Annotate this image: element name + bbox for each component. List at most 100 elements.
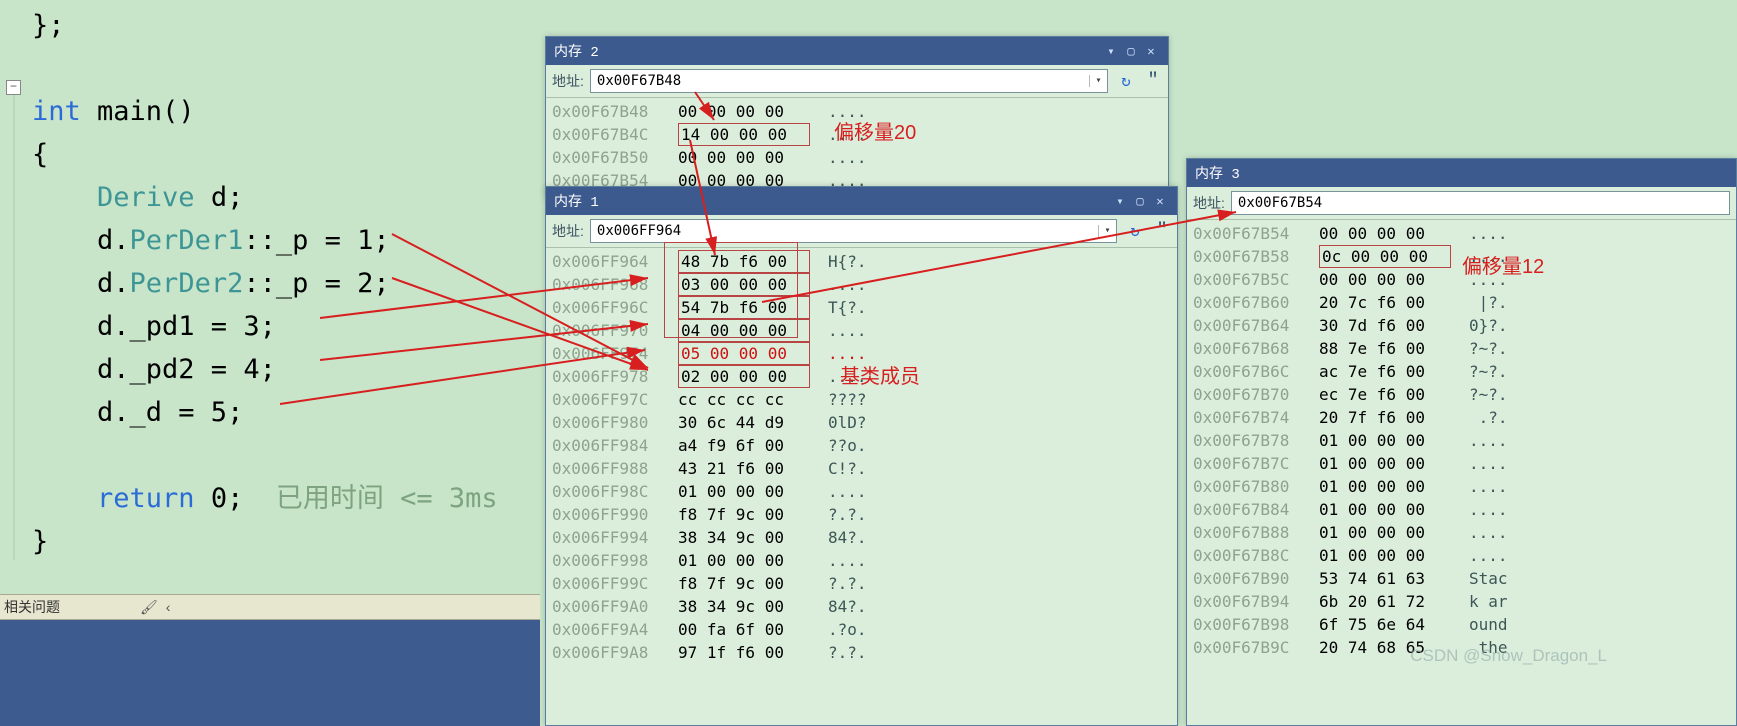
memory-address: 0x006FF99C — [552, 572, 660, 595]
memory-row: 0x006FF97Ccc cc cc cc???? — [552, 388, 1171, 411]
memory-row: 0x00F67B6020 7c f6 00 |?. — [1193, 291, 1730, 314]
brush-icon[interactable]: 🖌 — [140, 599, 158, 616]
memory-ascii: ?.?. — [828, 641, 867, 664]
code-blank — [0, 434, 540, 477]
quote-icon: " — [1144, 71, 1162, 91]
address-combo[interactable] — [1231, 191, 1730, 215]
memory-ascii: .... — [1469, 475, 1508, 498]
memory-address: 0x006FF980 — [552, 411, 660, 434]
memory-row: 0x006FF988 43 21 f6 00 C!?. — [552, 457, 1171, 480]
memory-address: 0x00F67B8C — [1193, 544, 1301, 567]
dropdown-icon[interactable]: ▾ — [1102, 42, 1120, 60]
memory-address: 0x006FF9A8 — [552, 641, 660, 664]
issues-bar[interactable]: 相关问题 🖌 ‹ — [0, 594, 540, 620]
dropdown-icon[interactable]: ▾ — [1089, 75, 1107, 87]
memory-address: 0x00F67B68 — [1193, 337, 1301, 360]
memory-address: 0x006FF988 — [552, 457, 660, 480]
memory-row: 0x00F67B6Cac 7e f6 00?~?. — [1193, 360, 1730, 383]
dropdown-icon[interactable]: ▾ — [1098, 225, 1116, 237]
memory-hex: 00 00 00 00 — [678, 100, 810, 123]
memory-ascii: .... — [828, 480, 867, 503]
memory-address: 0x00F67B50 — [552, 146, 660, 169]
memory-row: 0x00F67B6430 7d f6 000}?. — [1193, 314, 1730, 337]
memory-row: 0x006FF9A8 97 1f f6 00?.?. — [552, 641, 1171, 664]
dropdown-icon[interactable]: ▾ — [1111, 192, 1129, 210]
address-input-mem1[interactable] — [591, 223, 1098, 239]
code-line-pd2: d._pd2 = 4; — [32, 354, 276, 385]
code-line-pd1: d._pd1 = 3; — [32, 311, 276, 342]
chevron-left-icon[interactable]: ‹ — [166, 599, 171, 615]
address-input-mem3[interactable] — [1232, 195, 1729, 211]
memory-ascii: 84?. — [828, 526, 867, 549]
memory-ascii: .... — [828, 342, 867, 365]
memory-3-titlebar[interactable]: 内存 3 — [1187, 159, 1736, 187]
memory-address: 0x006FF9A4 — [552, 618, 660, 641]
keyword-int: int — [32, 96, 81, 127]
code-blank — [0, 47, 540, 90]
memory-ascii: Stac — [1469, 567, 1508, 590]
memory-address: 0x006FF974 — [552, 342, 660, 365]
memory-address: 0x00F67B64 — [1193, 314, 1301, 337]
refresh-icon[interactable]: ↻ — [1114, 69, 1138, 93]
memory-ascii: .... — [828, 549, 867, 572]
close-icon[interactable]: ✕ — [1151, 192, 1169, 210]
memory-ascii: C!?. — [828, 457, 867, 480]
parens: () — [162, 96, 195, 127]
code-line-d: d._d = 5; — [32, 397, 243, 428]
memory-address: 0x00F67B88 — [1193, 521, 1301, 544]
memory-ascii: |?. — [1469, 291, 1508, 314]
close-icon[interactable]: ✕ — [1142, 42, 1160, 60]
memory-ascii: .... — [828, 100, 867, 123]
address-combo[interactable]: ▾ — [590, 69, 1108, 93]
memory-ascii: ???? — [828, 388, 867, 411]
memory-address: 0x00F67B84 — [1193, 498, 1301, 521]
address-combo[interactable]: ▾ — [590, 219, 1117, 243]
memory-ascii: ?~?. — [1469, 337, 1508, 360]
fold-toggle[interactable]: − — [6, 80, 21, 95]
memory-ascii: .?o. — [828, 618, 867, 641]
memory-ascii: .... — [1469, 268, 1508, 291]
memory-ascii: .... — [1469, 245, 1508, 268]
memory-row: 0x006FF9A038 34 9c 0084?. — [552, 595, 1171, 618]
memory-hex: f8 7f 9c 00 — [678, 503, 810, 526]
memory-row: 0x00F67B4800 00 00 00.... — [552, 100, 1162, 123]
memory-hex: 43 21 f6 00 — [678, 457, 810, 480]
memory-hex: 00 00 00 00 — [1319, 222, 1451, 245]
memory-hex: 03 00 00 00 — [678, 273, 810, 296]
memory-address: 0x006FF978 — [552, 365, 660, 388]
address-input-mem2[interactable] — [591, 73, 1089, 89]
maximize-icon[interactable]: ▢ — [1122, 42, 1140, 60]
memory-2-titlebar[interactable]: 内存 2 ▾ ▢ ✕ — [546, 37, 1168, 65]
memory-row: 0x00F67B7801 00 00 00.... — [1193, 429, 1730, 452]
memory-row: 0x00F67B8C01 00 00 00.... — [1193, 544, 1730, 567]
memory-panel-1: 内存 1 ▾ ▢ ✕ 地址: ▾ ↻ " 0x006FF96448 7b f6 … — [545, 186, 1178, 726]
memory-hex: 01 00 00 00 — [1319, 475, 1451, 498]
memory-address: 0x006FF984 — [552, 434, 660, 457]
memory-hex: 20 7f f6 00 — [1319, 406, 1451, 429]
memory-hex: cc cc cc cc — [678, 388, 810, 411]
memory-3-title: 内存 3 — [1195, 163, 1240, 183]
memory-row: 0x00F67B8401 00 00 00.... — [1193, 498, 1730, 521]
memory-row: 0x00F67B6888 7e f6 00?~?. — [1193, 337, 1730, 360]
memory-row: 0x00F67B8801 00 00 00.... — [1193, 521, 1730, 544]
refresh-icon[interactable]: ↻ — [1123, 219, 1147, 243]
memory-row: 0x006FF974 05 00 00 00.... — [552, 342, 1171, 365]
memory-ascii: .?. — [1469, 406, 1508, 429]
code-editor: − }; int main() { Derive d; d.PerDer1::_… — [0, 0, 540, 563]
memory-hex: 97 1f f6 00 — [678, 641, 810, 664]
memory-address: 0x00F67B4C — [552, 123, 660, 146]
memory-ascii: .... — [828, 146, 867, 169]
memory-ascii: 0}?. — [1469, 314, 1508, 337]
memory-address: 0x00F67B80 — [1193, 475, 1301, 498]
code-line-pd1p: d.PerDer1::_p = 1; — [0, 219, 540, 262]
quote-icon: " — [1153, 221, 1171, 241]
memory-hex: 30 6c 44 d9 — [678, 411, 810, 434]
maximize-icon[interactable]: ▢ — [1131, 192, 1149, 210]
memory-1-titlebar[interactable]: 内存 1 ▾ ▢ ✕ — [546, 187, 1177, 215]
memory-address: 0x006FF9A0 — [552, 595, 660, 618]
memory-ascii: .... — [1469, 498, 1508, 521]
memory-ascii: .... — [828, 123, 867, 146]
memory-hex: 05 00 00 00 — [678, 342, 810, 365]
memory-2-rows: 0x00F67B4800 00 00 00....0x00F67B4C14 00… — [546, 98, 1168, 198]
type-derive: Derive — [32, 182, 195, 213]
